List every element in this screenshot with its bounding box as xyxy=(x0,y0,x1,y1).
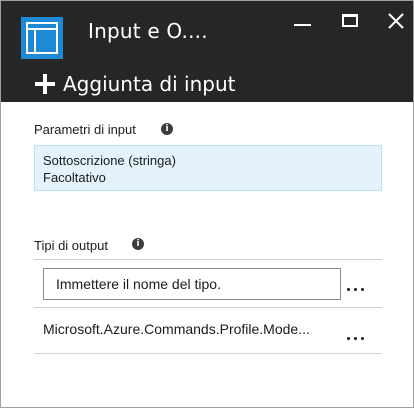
add-input-label: Aggiunta di input xyxy=(63,72,236,96)
type-name-input[interactable] xyxy=(43,268,341,300)
divider xyxy=(34,353,382,354)
blade-layout-icon xyxy=(21,17,63,59)
close-button[interactable] xyxy=(383,11,411,37)
input-params-heading: Parametri di input xyxy=(34,122,136,137)
blade-window: Input e O.... Aggiunta di input Parametr… xyxy=(0,0,414,408)
param-name: Sottoscrizione (stringa) xyxy=(43,153,176,168)
more-options-icon[interactable] xyxy=(344,329,370,345)
output-types-heading: Tipi di output xyxy=(34,238,108,253)
maximize-button[interactable] xyxy=(337,11,365,37)
input-param-item[interactable]: Sottoscrizione (stringa) Facoltativo xyxy=(34,145,382,191)
info-icon[interactable]: i xyxy=(132,238,144,250)
add-input-button[interactable]: Aggiunta di input xyxy=(35,69,236,99)
divider xyxy=(34,307,382,308)
param-optional-label: Facoltativo xyxy=(43,170,106,185)
window-title: Input e O.... xyxy=(88,19,208,43)
plus-icon xyxy=(35,74,55,94)
close-icon xyxy=(388,13,404,29)
maximize-icon xyxy=(342,14,358,27)
info-icon[interactable]: i xyxy=(161,123,173,135)
output-type-item[interactable]: Microsoft.Azure.Commands.Profile.Mode... xyxy=(43,321,310,337)
title-bar: Input e O.... Aggiunta di input xyxy=(1,1,413,102)
minimize-icon xyxy=(294,24,311,26)
divider xyxy=(34,259,382,260)
minimize-button[interactable] xyxy=(289,11,317,37)
more-options-icon[interactable] xyxy=(344,280,370,296)
